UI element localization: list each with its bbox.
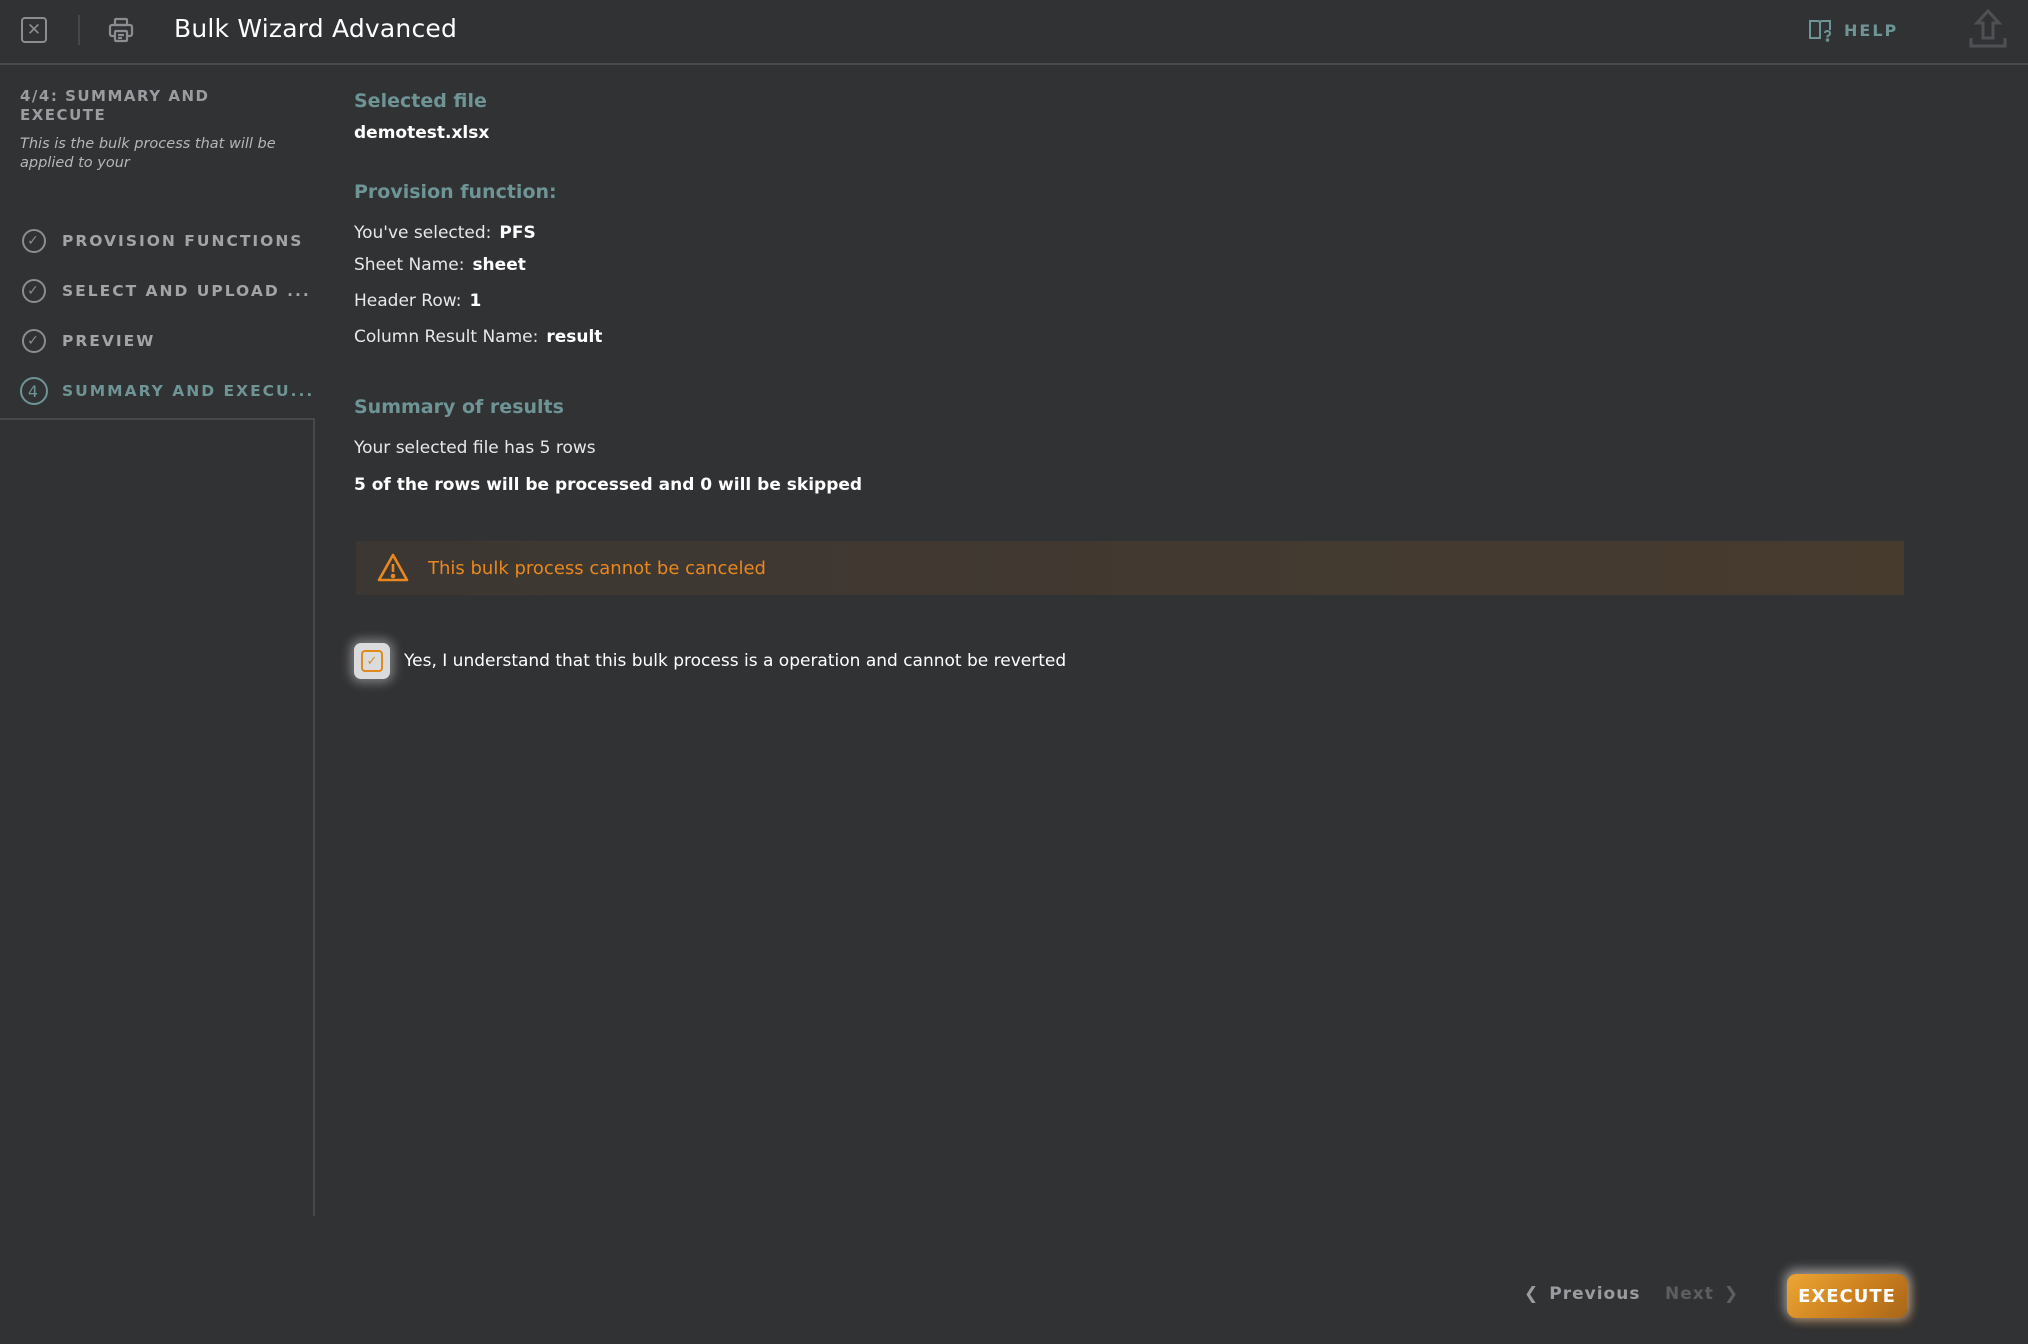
step-description: This is the bulk process that will be ap… — [20, 136, 276, 171]
header-row-row: Header Row: 1 — [354, 291, 481, 311]
step-number-icon: 4 — [20, 377, 48, 405]
check-circle-icon: ✓ — [22, 329, 46, 353]
header-divider — [78, 15, 80, 45]
chevron-right-icon: ❯ — [1723, 1284, 1740, 1304]
chevron-left-icon: ❮ — [1524, 1284, 1540, 1304]
step-title: 4/4: SUMMARY AND EXECUTE — [20, 87, 210, 124]
help-label: HELP — [1844, 20, 1899, 40]
selected-function-row: You've selected: PFS — [354, 223, 536, 243]
field-label: You've selected: — [354, 223, 492, 243]
field-label: Column Result Name: — [354, 327, 539, 347]
selected-file-heading: Selected file — [354, 90, 487, 112]
acknowledge-label[interactable]: Yes, I understand that this bulk process… — [404, 651, 1066, 671]
sidebar-item-summary-and-execute[interactable]: 4 SUMMARY AND EXECU... — [20, 377, 315, 405]
window-title: Bulk Wizard Advanced — [174, 14, 458, 43]
check-circle-icon: ✓ — [22, 229, 46, 253]
sidebar-item-preview[interactable]: ✓ PREVIEW — [22, 329, 155, 353]
acknowledge-row: ✓ Yes, I understand that this bulk proce… — [354, 643, 1066, 679]
acknowledge-checkbox[interactable]: ✓ — [354, 643, 390, 679]
help-button[interactable]: HELP — [1808, 18, 1898, 42]
book-question-icon — [1809, 20, 1832, 42]
previous-label: Previous — [1549, 1284, 1641, 1304]
sidebar-divider-horizontal — [0, 418, 315, 420]
print-button[interactable] — [107, 16, 135, 44]
upload-icon — [1969, 8, 2007, 48]
summary-heading: Summary of results — [354, 396, 564, 418]
close-button[interactable]: ✕ — [21, 17, 47, 43]
field-value: 1 — [469, 291, 482, 311]
rows-count-text: Your selected file has 5 rows — [354, 438, 596, 458]
printer-icon — [108, 17, 134, 43]
warning-message: This bulk process cannot be canceled — [428, 557, 766, 579]
column-result-name-row: Column Result Name: result — [354, 327, 602, 347]
sidebar-item-provision-functions[interactable]: ✓ PROVISION FUNCTIONS — [22, 229, 303, 253]
check-circle-icon: ✓ — [22, 279, 46, 303]
sidebar-item-label: SELECT AND UPLOAD ... — [62, 282, 311, 300]
upload-button[interactable] — [1968, 8, 2008, 50]
sidebar-divider-vertical — [313, 418, 315, 1216]
warning-banner: This bulk process cannot be canceled — [356, 541, 1904, 595]
warning-triangle-icon — [377, 553, 409, 582]
processed-rows-text: 5 of the rows will be processed and 0 wi… — [354, 475, 863, 495]
sidebar-item-label: SUMMARY AND EXECU... — [62, 382, 315, 400]
sidebar-item-label: PROVISION FUNCTIONS — [62, 232, 304, 250]
provision-function-heading: Provision function: — [354, 181, 557, 203]
next-label: Next — [1665, 1284, 1714, 1304]
field-value: PFS — [499, 223, 536, 243]
field-label: Sheet Name: — [354, 255, 465, 275]
header-bar: ✕ Bulk Wizard Advanced HELP — [0, 0, 2028, 65]
field-label: Header Row: — [354, 291, 462, 311]
selected-file-name: demotest.xlsx — [354, 123, 490, 143]
sidebar-item-select-and-upload[interactable]: ✓ SELECT AND UPLOAD ... — [22, 279, 311, 303]
close-icon: ✕ — [26, 19, 42, 40]
next-button[interactable]: Next ❯ — [1665, 1284, 1739, 1304]
sidebar-item-label: PREVIEW — [62, 332, 156, 350]
sheet-name-row: Sheet Name: sheet — [354, 255, 526, 275]
execute-button[interactable]: EXECUTE — [1787, 1274, 1907, 1318]
previous-button[interactable]: ❮ Previous — [1524, 1284, 1640, 1304]
checkmark-icon: ✓ — [366, 653, 378, 669]
field-value: sheet — [472, 255, 526, 275]
field-value: result — [546, 327, 603, 347]
